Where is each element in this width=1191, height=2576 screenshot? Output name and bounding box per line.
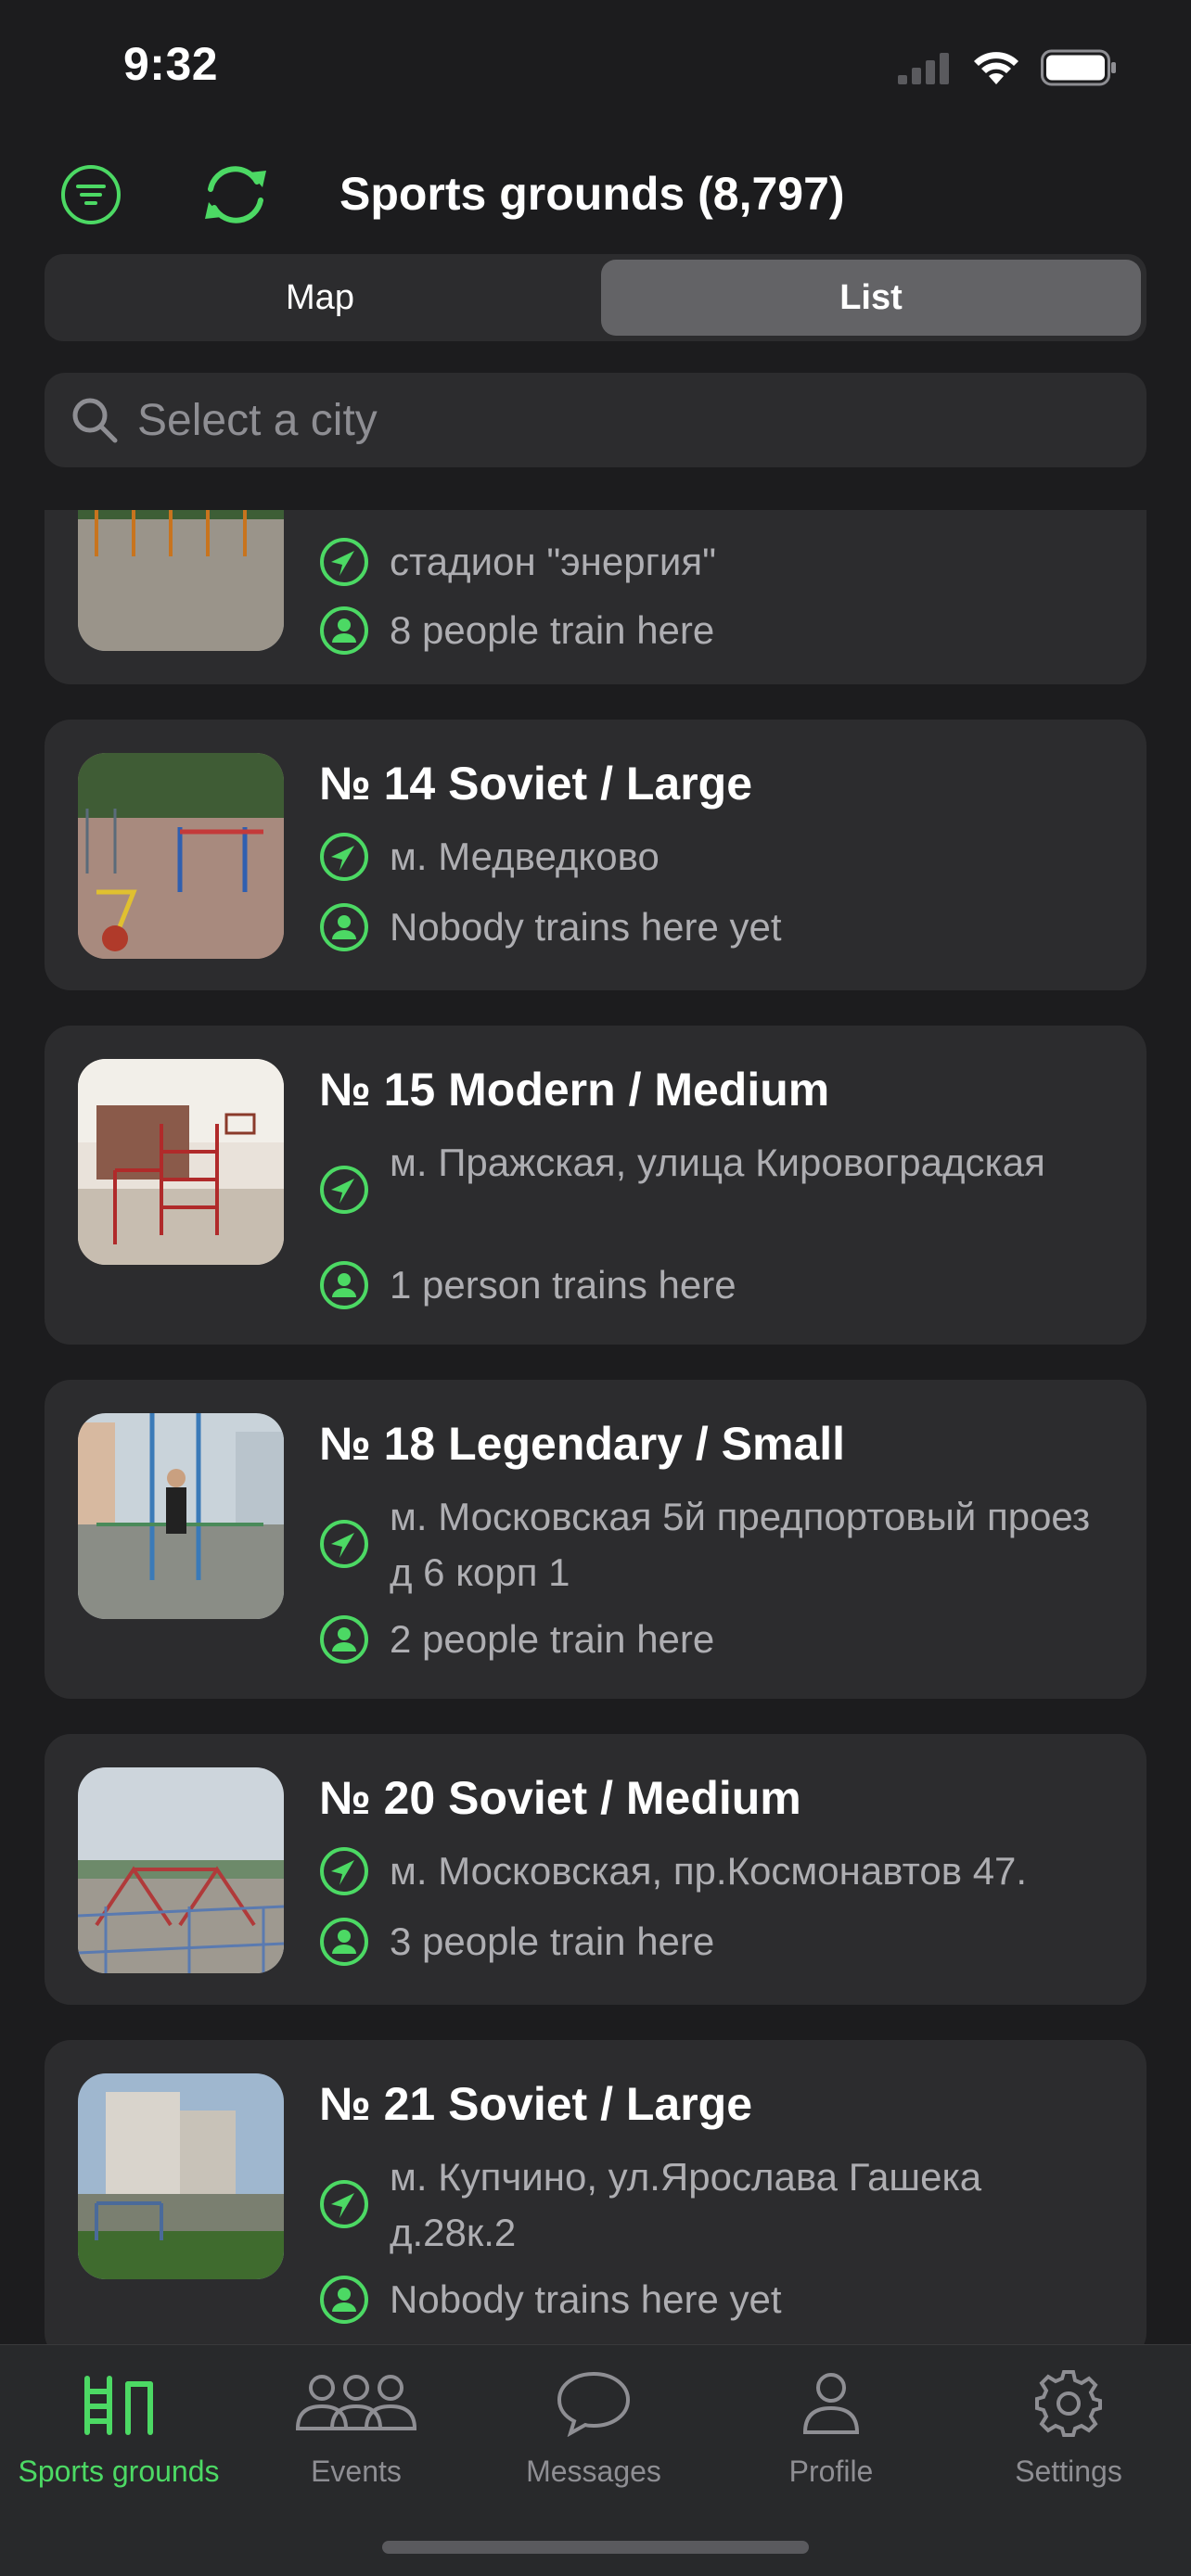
view-mode-segmented-control: Map List <box>45 254 1146 341</box>
ground-title: № 15 Modern / Medium <box>319 1064 830 1116</box>
ground-address-row: м. Московская 5й предпортовый проез д 6 … <box>319 1489 1095 1600</box>
ground-address-row: м. Московская, пр.Космонавтов 47. <box>319 1843 1027 1899</box>
tab-events[interactable]: Events <box>237 2362 475 2501</box>
segment-list[interactable]: List <box>601 260 1141 336</box>
ground-address: м. Пражская, улица Кировоградская <box>390 1141 1045 1184</box>
ground-photo <box>78 2073 284 2279</box>
person-icon <box>801 2362 861 2445</box>
ground-trainees-row: 3 people train here <box>319 1914 714 1970</box>
screen: 9:32 Sports grounds (8,797) Map List Sel… <box>0 0 1191 2576</box>
location-arrow-icon <box>320 1520 368 1568</box>
tab-label: Events <box>311 2455 402 2488</box>
person-icon <box>320 1615 368 1664</box>
ground-card[interactable]: № 20 Soviet / Medium м. Московская, пр.К… <box>45 1734 1146 2005</box>
ground-trainees: Nobody trains here yet <box>390 2277 782 2321</box>
ground-address: м. Купчино, ул.Ярослава Гашека д.28к.2 <box>390 2155 982 2254</box>
ground-card[interactable]: № 18 Legendary / Small м. Московская 5й … <box>45 1380 1146 1699</box>
person-icon <box>320 1261 368 1309</box>
ground-trainees: 8 people train here <box>390 608 715 652</box>
ground-trainees-row: 8 people train here <box>319 603 714 658</box>
ground-card[interactable]: № 14 Soviet / Large м. Медведково Nobody… <box>45 720 1146 990</box>
chat-bubble-icon <box>556 2362 632 2445</box>
bars-icon <box>80 2362 158 2445</box>
tab-sports-grounds[interactable]: Sports grounds <box>0 2362 237 2501</box>
ground-photo <box>78 1059 284 1265</box>
status-icons <box>898 45 1117 91</box>
status-bar: 9:32 <box>0 0 1191 139</box>
person-icon <box>320 606 368 655</box>
city-search-field[interactable] <box>45 373 1146 467</box>
ground-card[interactable]: № 21 Soviet / Large м. Купчино, ул.Яросл… <box>45 2040 1146 2346</box>
ground-address-row: м. Пражская, улица Кировоградская <box>319 1135 1057 1215</box>
search-input[interactable] <box>137 394 1065 446</box>
ground-trainees-row: 1 person trains here <box>319 1257 736 1313</box>
ground-trainees: Nobody trains here yet <box>390 905 782 949</box>
person-icon <box>320 2276 368 2324</box>
wifi-icon <box>974 52 1018 84</box>
tab-profile[interactable]: Profile <box>712 2362 950 2501</box>
location-arrow-icon <box>320 1166 368 1214</box>
location-arrow-icon <box>320 2180 368 2228</box>
ground-title: № 20 Soviet / Medium <box>319 1772 801 1824</box>
ground-address: м. Московская 5й предпортовый проез д 6 … <box>390 1495 1091 1594</box>
location-arrow-icon <box>320 538 368 586</box>
ground-trainees: 1 person trains here <box>390 1263 736 1307</box>
tab-label: Messages <box>526 2455 661 2488</box>
ground-address-row: стадион "энергия" <box>319 534 716 590</box>
tab-messages[interactable]: Messages <box>475 2362 712 2501</box>
ground-trainees-row: Nobody trains here yet <box>319 2272 782 2327</box>
status-time: 9:32 <box>123 38 219 90</box>
ground-photo <box>78 1413 284 1619</box>
segment-map[interactable]: Map <box>50 260 590 336</box>
location-arrow-icon <box>320 1847 368 1895</box>
tab-label: Settings <box>1015 2455 1122 2488</box>
gear-icon <box>1033 2362 1104 2445</box>
ground-trainees: 2 people train here <box>390 1617 715 1661</box>
filter-icon <box>61 165 121 224</box>
ground-address-row: м. Медведково <box>319 829 660 885</box>
ground-photo <box>78 510 284 651</box>
home-indicator <box>382 2541 809 2554</box>
search-icon <box>67 392 122 448</box>
ground-card[interactable]: № 15 Modern / Medium м. Пражская, улица … <box>45 1026 1146 1345</box>
ground-title: № 18 Legendary / Small <box>319 1418 846 1470</box>
person-icon <box>320 903 368 951</box>
battery-icon <box>1041 49 1116 86</box>
person-icon <box>320 1918 368 1966</box>
location-arrow-icon <box>320 833 368 881</box>
tab-label: Sports grounds <box>18 2455 220 2488</box>
refresh-button[interactable] <box>197 156 275 234</box>
ground-photo <box>78 1767 284 1973</box>
ground-trainees-row: Nobody trains here yet <box>319 899 782 955</box>
ground-address: стадион "энергия" <box>390 540 716 583</box>
cellular-signal-icon <box>898 53 949 84</box>
ground-title: № 14 Soviet / Large <box>319 758 753 810</box>
ground-title: № 21 Soviet / Large <box>319 2078 753 2130</box>
ground-address: м. Медведково <box>390 835 660 878</box>
grounds-list[interactable]: стадион "энергия" 8 people train here № … <box>0 510 1191 2346</box>
tab-settings[interactable]: Settings <box>950 2362 1187 2501</box>
ground-card[interactable]: стадион "энергия" 8 people train here <box>45 510 1146 684</box>
ground-address: м. Московская, пр.Космонавтов 47. <box>390 1849 1028 1893</box>
people-icon <box>294 2362 418 2445</box>
refresh-icon <box>205 166 266 223</box>
ground-photo <box>78 753 284 959</box>
tab-label: Profile <box>788 2455 874 2488</box>
ground-trainees: 3 people train here <box>390 1919 715 1963</box>
ground-address-row: м. Купчино, ул.Ярослава Гашека д.28к.2 <box>319 2149 1057 2261</box>
nav-header: Sports grounds (8,797) <box>0 148 1191 241</box>
filter-button[interactable] <box>52 156 130 234</box>
page-title: Sports grounds (8,797) <box>339 168 845 220</box>
ground-trainees-row: 2 people train here <box>319 1612 714 1667</box>
